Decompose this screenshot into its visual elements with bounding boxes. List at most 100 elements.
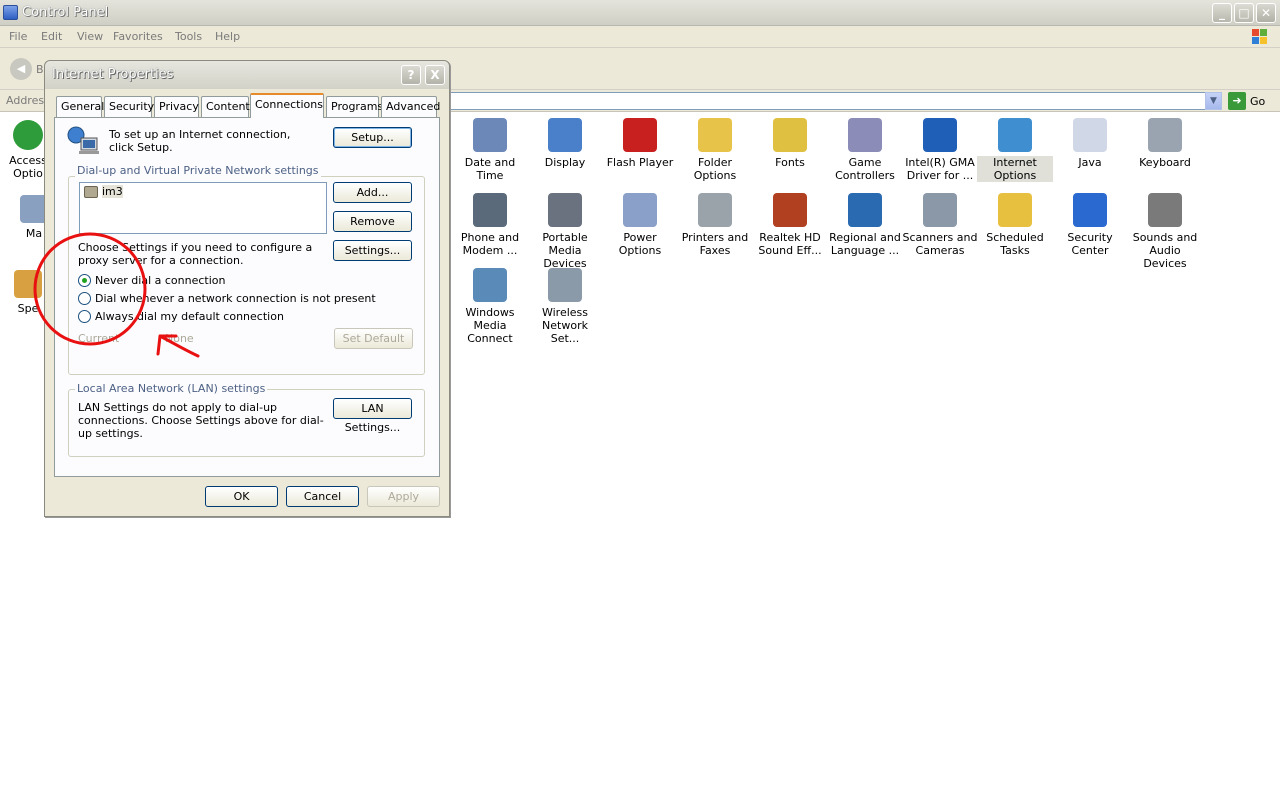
control-panel-item-label: Date and Time [464,156,516,182]
control-panel-item[interactable]: Sounds and Audio Devices [1127,193,1203,270]
control-panel-item-icon [548,118,582,152]
control-panel-item-icon [1073,193,1107,227]
current-label: Current [78,332,120,345]
control-panel-item-label: Power Options [618,231,662,257]
minimize-button[interactable]: _ [1212,3,1232,23]
radio-never-dial[interactable] [78,274,91,287]
menu-tools[interactable]: Tools [175,30,202,43]
control-panel-item-icon [623,118,657,152]
remove-button[interactable]: Remove [333,211,412,232]
control-panel-item-label: Fonts [775,156,805,169]
control-panel-item[interactable]: Power Options [602,193,678,257]
control-panel-item-label: Flash Player [606,156,674,169]
tab-connections[interactable]: Connections [250,93,324,118]
connections-list[interactable]: im3 [79,182,327,234]
control-panel-item-label: Windows Media Connect [465,306,515,345]
control-panel-item-icon [473,268,507,302]
control-panel-item[interactable]: Phone and Modem ... [452,193,528,257]
address-dropdown-icon[interactable]: ▼ [1205,92,1222,110]
control-panel-item[interactable]: Intel(R) GMA Driver for ... [902,118,978,182]
connection-name: im3 [102,185,123,198]
internet-properties-dialog: Internet Properties ? X General Security… [44,60,450,517]
control-panel-item[interactable]: Flash Player [602,118,678,169]
control-panel-item[interactable]: Keyboard [1127,118,1203,169]
menu-file[interactable]: File [9,30,27,43]
control-panel-item[interactable]: Security Center [1052,193,1128,257]
control-panel-item-label: Internet Options [977,156,1053,182]
windows-logo-icon [1252,29,1267,44]
help-button[interactable]: ? [401,65,421,85]
control-panel-item-label: Intel(R) GMA Driver for ... [905,156,975,182]
menu-help[interactable]: Help [215,30,240,43]
tab-advanced[interactable]: Advanced [381,96,440,117]
control-panel-item[interactable]: Regional and Language ... [827,193,903,257]
menu-view[interactable]: View [77,30,103,43]
title-bar: Control Panel _ □ ✕ [0,0,1280,26]
speech-icon [14,270,42,298]
tab-programs[interactable]: Programs [326,96,383,117]
control-panel-item[interactable]: Realtek HD Sound Eff... [752,193,828,257]
radio-always-dial[interactable] [78,310,91,323]
set-default-button[interactable]: Set Default [334,328,413,349]
menu-favorites[interactable]: Favorites [113,30,163,43]
control-panel-item[interactable]: Fonts [752,118,828,169]
tab-security[interactable]: Security [104,96,154,117]
tab-content[interactable]: Content [201,96,250,117]
current-value: None [165,332,194,345]
control-panel-item-label: Printers and Faxes [681,231,749,257]
window-title: Control Panel [22,5,109,20]
menu-edit[interactable]: Edit [41,30,62,43]
setup-button[interactable]: Setup... [333,127,412,148]
radio-dial-whenever[interactable] [78,292,91,305]
control-panel-item-label: Realtek HD Sound Eff... [758,231,822,257]
add-button[interactable]: Add... [333,182,412,203]
control-panel-item[interactable]: Scanners and Cameras [902,193,978,257]
tab-privacy[interactable]: Privacy [154,96,199,117]
control-panel-item-icon [623,193,657,227]
close-button[interactable]: ✕ [1256,3,1276,23]
control-panel-item[interactable]: Java [1052,118,1128,169]
maximize-button[interactable]: □ [1234,3,1254,23]
apply-button[interactable]: Apply [367,486,440,507]
control-panel-item-label: Scheduled Tasks [986,231,1044,257]
ok-button[interactable]: OK [205,486,278,507]
control-panel-item[interactable]: Portable Media Devices [527,193,603,270]
radio-never-dial-label: Never dial a connection [95,274,226,287]
control-panel-item-icon [923,118,957,152]
radio-always-dial-label: Always dial my default connection [95,310,284,323]
control-panel-item-icon [848,118,882,152]
control-panel-item-label: Java [1078,156,1102,169]
control-panel-item[interactable]: Printers and Faxes [677,193,753,257]
control-panel-item[interactable]: Folder Options [677,118,753,182]
control-panel-item-icon [1148,193,1182,227]
settings-button[interactable]: Settings... [333,240,412,261]
back-button[interactable]: ◀ [10,58,32,80]
control-panel-item-icon [923,193,957,227]
go-button[interactable]: Go [1250,95,1265,108]
lan-settings-button[interactable]: LAN Settings... [333,398,412,434]
dialup-vpn-group-label: Dial-up and Virtual Private Network sett… [75,164,321,177]
control-panel-item-label: Scanners and Cameras [902,231,978,257]
control-panel-window: Control Panel _ □ ✕ File Edit View Favor… [0,0,1280,800]
go-arrow-icon[interactable]: ➜ [1228,92,1246,110]
control-panel-item[interactable]: Game Controllers [827,118,903,182]
control-panel-item-label: Phone and Modem ... [460,231,520,257]
control-panel-item[interactable]: Windows Media Connect [452,268,528,345]
cancel-button[interactable]: Cancel [286,486,359,507]
control-panel-item-icon [473,118,507,152]
control-panel-item[interactable]: Wireless Network Set... [527,268,603,345]
tab-general[interactable]: General [56,96,104,117]
control-panel-item[interactable]: Scheduled Tasks [977,193,1053,257]
control-panel-item-icon [548,268,582,302]
radio-dial-whenever-label: Dial whenever a network connection is no… [95,292,376,305]
control-panel-item-label: Regional and Language ... [829,231,901,257]
control-panel-item[interactable]: Display [527,118,603,169]
dialog-title: Internet Properties [52,67,174,82]
control-panel-item[interactable]: Date and Time [452,118,528,182]
control-panel-item[interactable]: Internet Options [977,118,1053,182]
control-panel-item-icon [548,193,582,227]
control-panel-item-label: Portable Media Devices [542,231,588,270]
control-panel-item-speech[interactable]: Spe [8,270,48,315]
dialog-close-button[interactable]: X [425,65,445,85]
back-label: B [36,63,44,76]
